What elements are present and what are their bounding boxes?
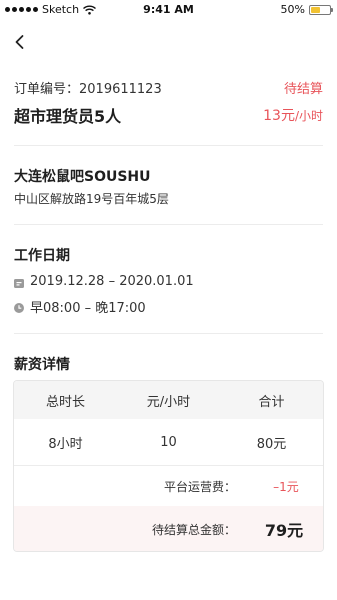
- wage-value: 13元: [263, 108, 295, 124]
- divider: [14, 333, 323, 334]
- cell-total-hours: 8小时: [48, 436, 83, 452]
- cell-hourly-rate: 10: [160, 434, 177, 450]
- battery-percent: 50%: [280, 3, 305, 16]
- table-header: 总时长 元/小时 合计: [14, 381, 323, 419]
- job-title-row: 超市理货员5人 13元/小时: [14, 103, 323, 127]
- platform-fee-value: –1元: [273, 479, 299, 494]
- chevron-left-icon: [15, 35, 24, 49]
- work-time-range: 早08:00 – 晚17:00: [30, 301, 146, 316]
- total-row: 待结算总金额： 79元: [14, 506, 323, 551]
- work-date-row: 2019.12.28 – 2020.01.01: [14, 274, 323, 289]
- cell-subtotal: 80元: [256, 436, 287, 452]
- order-header: 订单编号：2019611123 待结算: [14, 78, 323, 97]
- salary-table: 总时长 元/小时 合计 8小时 10 80元 平台运营费： –1元 待结算总金额…: [13, 380, 324, 552]
- platform-fee-row: 平台运营费： –1元: [14, 466, 323, 506]
- company-name: 大连松鼠吧SOUSHU: [14, 169, 151, 185]
- divider: [14, 224, 323, 225]
- back-button[interactable]: [12, 34, 28, 50]
- platform-fee-label: 平台运营费：: [163, 479, 236, 494]
- total-amount-value: 79元: [264, 521, 304, 540]
- divider: [14, 145, 323, 146]
- header-subtotal: 合计: [258, 394, 285, 410]
- table-row: 8小时 10 80元: [14, 419, 323, 465]
- wage-unit: /小时: [294, 109, 323, 123]
- work-date-title: 工作日期: [14, 248, 70, 264]
- salary-title: 薪资详情: [14, 357, 70, 373]
- battery-icon: [309, 4, 333, 15]
- hourly-wage: 13元/小时: [263, 105, 323, 125]
- work-date-range: 2019.12.28 – 2020.01.01: [30, 274, 194, 289]
- header-total-hours: 总时长: [45, 394, 85, 410]
- battery-area: 50%: [280, 3, 333, 16]
- company-address: 中山区解放路19号百年城5层: [14, 192, 169, 206]
- job-title: 超市理货员5人: [14, 107, 122, 126]
- clock-icon: [14, 302, 24, 313]
- order-number: 订单编号：2019611123: [14, 82, 162, 97]
- status-bar: Sketch 9:41 AM 50%: [0, 0, 337, 20]
- order-status-badge: 待结算: [283, 82, 323, 97]
- total-amount-label: 待结算总金额：: [151, 522, 236, 537]
- calendar-icon: [14, 277, 24, 288]
- work-time-row: 早08:00 – 晚17:00: [14, 297, 323, 316]
- header-hourly-rate: 元/小时: [146, 394, 191, 410]
